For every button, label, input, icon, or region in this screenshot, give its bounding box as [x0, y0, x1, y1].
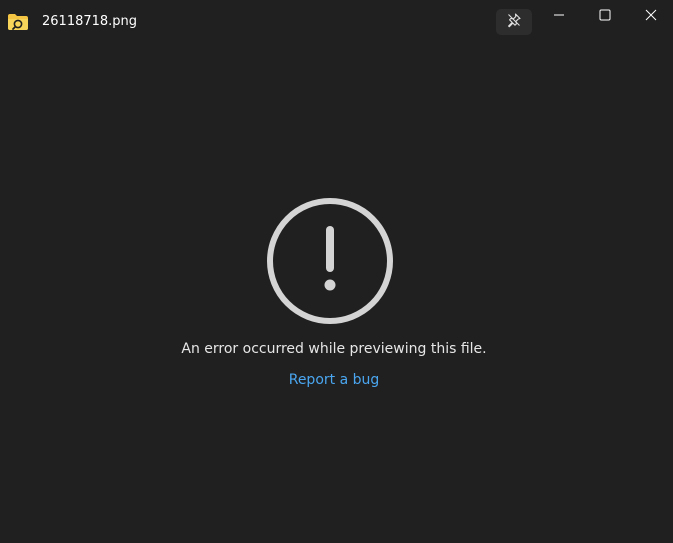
exclamation-circle-icon — [267, 198, 393, 324]
maximize-button[interactable] — [582, 0, 628, 30]
maximize-icon — [599, 6, 611, 25]
close-button[interactable] — [628, 0, 673, 30]
error-message: An error occurred while previewing this … — [181, 341, 487, 357]
close-icon — [645, 6, 657, 25]
file-name: 26118718.png — [42, 14, 138, 29]
folder-preview-icon — [7, 13, 29, 31]
report-bug-link[interactable]: Report a bug — [0, 371, 668, 389]
unpin-icon — [506, 12, 522, 32]
preview-content: An error occurred while previewing this … — [0, 44, 673, 543]
unpin-button[interactable] — [496, 9, 532, 35]
preview-window: 26118718.png An error occurred while pre… — [0, 0, 673, 543]
minimize-button[interactable] — [536, 0, 582, 30]
title-bar[interactable]: 26118718.png — [0, 0, 673, 44]
minimize-icon — [553, 6, 565, 25]
